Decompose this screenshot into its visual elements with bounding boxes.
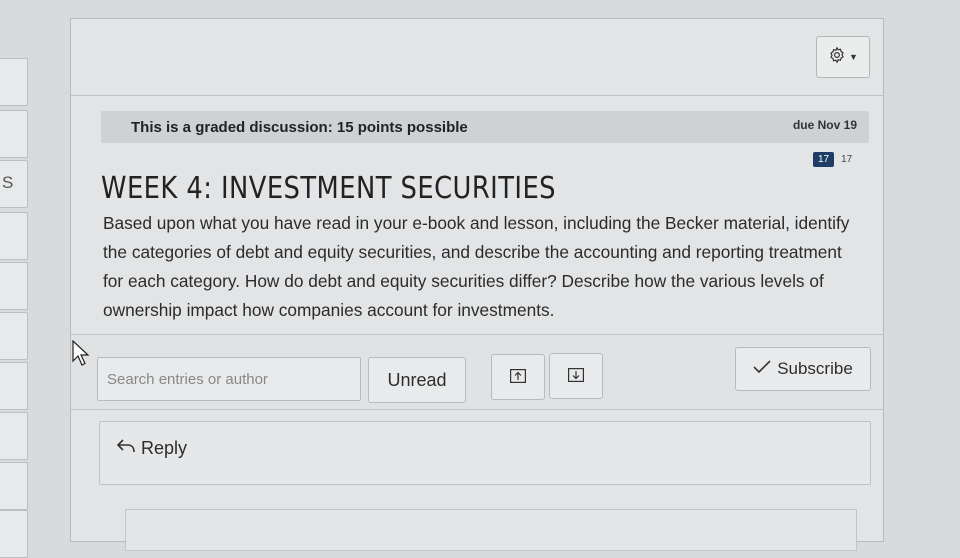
expand-all-button[interactable] bbox=[491, 354, 545, 400]
checkmark-icon bbox=[753, 359, 771, 379]
reply-label: Reply bbox=[141, 438, 188, 458]
discussion-panel: ▼ This is a graded discussion: 15 points… bbox=[70, 18, 884, 551]
due-date: due Nov 19 bbox=[792, 118, 857, 132]
nav-item[interactable] bbox=[0, 58, 28, 106]
nav-item[interactable] bbox=[0, 312, 28, 360]
unread-count-badge: 17 bbox=[813, 152, 835, 167]
mouse-pointer-icon bbox=[72, 339, 90, 371]
discussion-title: WEEK 4: INVESTMENT SECURITIES bbox=[101, 171, 556, 207]
arrow-up-box-icon bbox=[510, 367, 527, 388]
search-input[interactable] bbox=[97, 357, 361, 401]
left-navigation: S bbox=[0, 0, 44, 558]
subscribe-button[interactable]: Subscribe bbox=[735, 347, 871, 391]
gear-icon bbox=[828, 46, 846, 69]
nav-item[interactable] bbox=[0, 362, 28, 410]
discussion-entry bbox=[125, 509, 857, 551]
subscribe-label: Subscribe bbox=[777, 359, 853, 378]
discussion-header-bar: ▼ bbox=[71, 19, 883, 96]
reply-button[interactable]: Reply bbox=[116, 438, 187, 459]
nav-item[interactable] bbox=[0, 212, 28, 260]
nav-item[interactable] bbox=[0, 412, 28, 460]
nav-item[interactable] bbox=[0, 462, 28, 510]
graded-discussion-banner: This is a graded discussion: 15 points p… bbox=[101, 111, 869, 143]
nav-item[interactable] bbox=[0, 510, 28, 558]
settings-menu-button[interactable]: ▼ bbox=[816, 36, 870, 78]
collapse-all-button[interactable] bbox=[549, 353, 603, 399]
unread-filter-button[interactable]: Unread bbox=[368, 357, 466, 403]
reply-counts: 17 17 bbox=[813, 152, 852, 167]
total-count: 17 bbox=[841, 154, 853, 165]
discussion-prompt: Based upon what you have read in your e-… bbox=[103, 213, 850, 320]
nav-item[interactable] bbox=[0, 110, 28, 158]
discussion-toolbar: Unread Subscribe bbox=[71, 334, 883, 410]
arrow-down-box-icon bbox=[568, 366, 585, 387]
reply-arrow-icon bbox=[116, 438, 136, 459]
chevron-down-icon: ▼ bbox=[849, 52, 858, 62]
graded-notice: This is a graded discussion: 15 points p… bbox=[131, 119, 468, 136]
nav-item[interactable] bbox=[0, 262, 28, 310]
reply-area[interactable]: Reply bbox=[99, 421, 871, 485]
nav-item-label-fragment: S bbox=[2, 173, 14, 192]
